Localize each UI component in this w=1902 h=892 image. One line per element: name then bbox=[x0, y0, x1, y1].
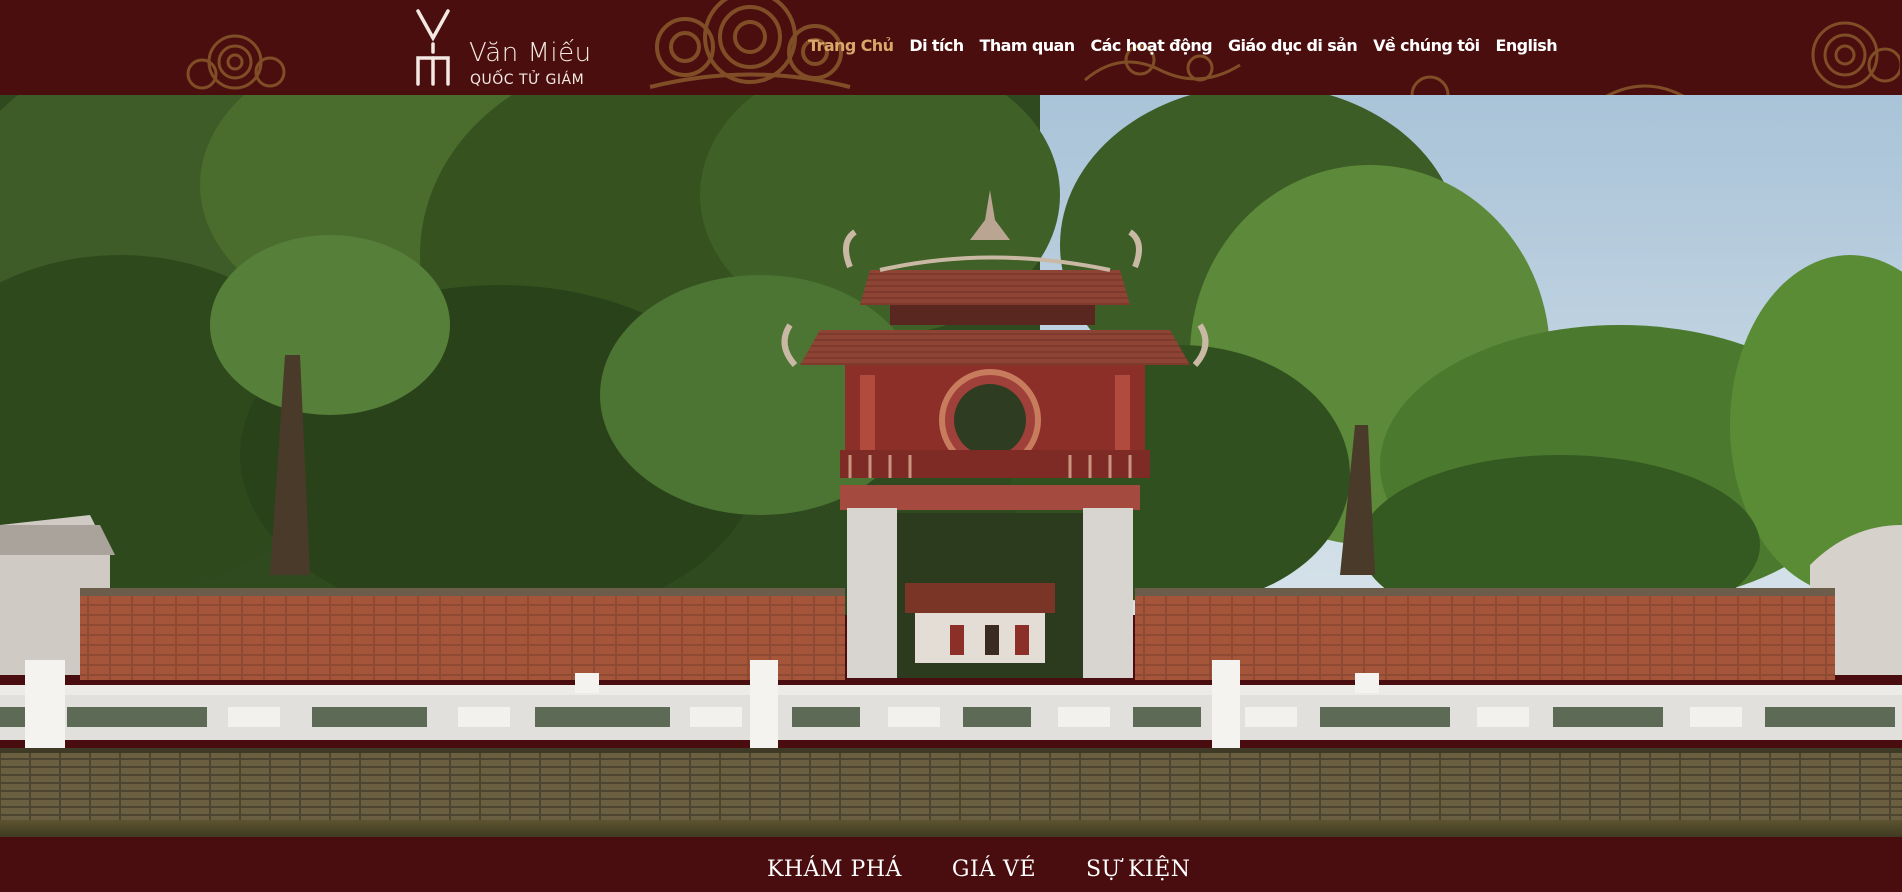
brand-subtitle: QUỐC TỬ GIÁM bbox=[470, 72, 585, 88]
nav-item-about-us[interactable]: Về chúng tôi bbox=[1373, 36, 1480, 55]
brand-title: Văn Miếu bbox=[469, 38, 592, 68]
explore-link[interactable]: KHÁM PHÁ bbox=[767, 857, 902, 882]
site-header: Văn Miếu QUỐC TỬ GIÁM Trang Chủ Di tích … bbox=[0, 0, 1902, 95]
logo-mark-icon bbox=[416, 9, 450, 86]
events-link[interactable]: SỰ KIỆN bbox=[1086, 857, 1191, 882]
cloud-ornament-icon bbox=[186, 34, 286, 90]
nav-item-home[interactable]: Trang Chủ bbox=[808, 36, 894, 55]
hero-image bbox=[0, 95, 1902, 837]
nav-item-english[interactable]: English bbox=[1496, 36, 1558, 55]
pavilion-photo bbox=[0, 95, 1902, 837]
cloud-ornament-icon bbox=[1605, 84, 1685, 95]
nav-item-activities[interactable]: Các hoạt động bbox=[1091, 36, 1213, 55]
site-logo[interactable]: Văn Miếu QUỐC TỬ GIÁM bbox=[415, 8, 595, 88]
quick-links: KHÁM PHÁ GIÁ VÉ SỰ KIỆN bbox=[767, 857, 1191, 882]
ticket-price-link[interactable]: GIÁ VÉ bbox=[952, 857, 1036, 882]
nav-item-visit[interactable]: Tham quan bbox=[980, 36, 1076, 55]
cloud-ornament-icon bbox=[1811, 21, 1900, 89]
nav-item-relics[interactable]: Di tích bbox=[909, 36, 964, 55]
main-nav: Trang Chủ Di tích Tham quan Các hoạt độn… bbox=[808, 36, 1558, 55]
bottom-bar: KHÁM PHÁ GIÁ VÉ SỰ KIỆN bbox=[0, 837, 1902, 892]
cloud-ornament-icon bbox=[1410, 75, 1450, 95]
nav-item-heritage-education[interactable]: Giáo dục di sản bbox=[1228, 36, 1358, 55]
